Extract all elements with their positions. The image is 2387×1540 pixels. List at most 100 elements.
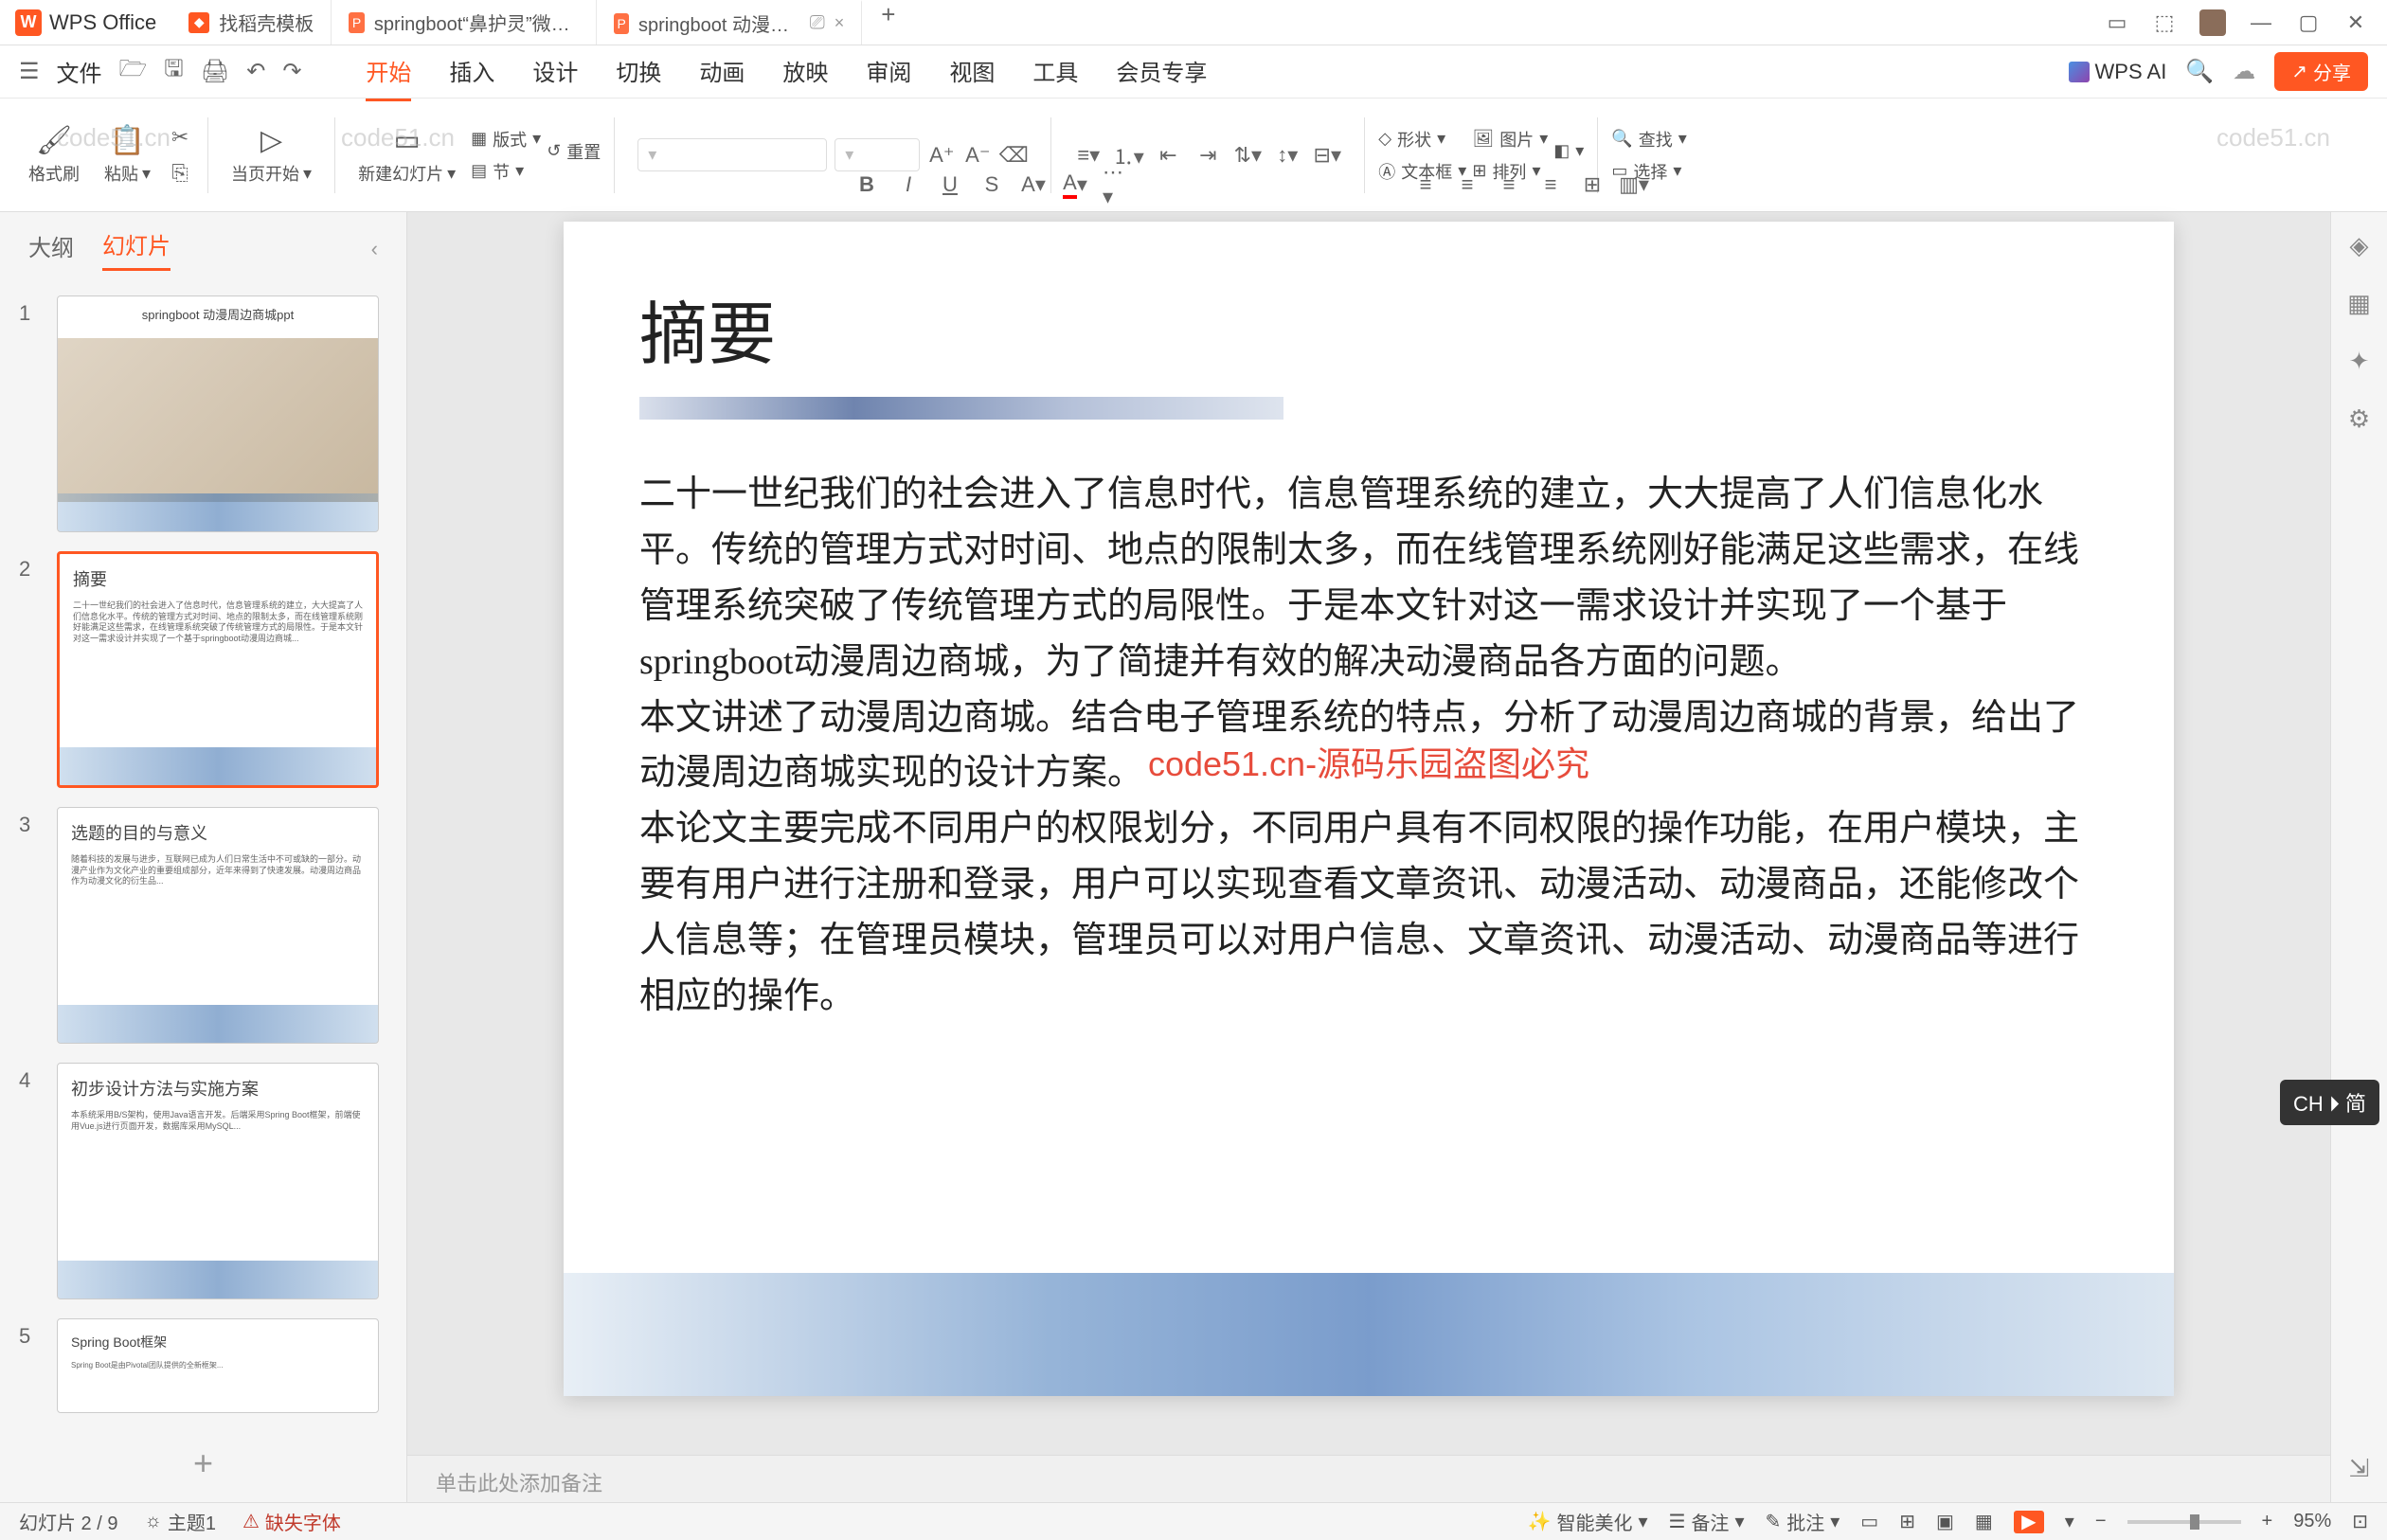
notes-input[interactable]: 单击此处添加备注 <box>407 1455 2330 1502</box>
clear-format-icon[interactable]: ⌫ <box>999 141 1028 170</box>
line-spacing-button[interactable]: ⇅▾ <box>1233 141 1262 170</box>
align-center-button[interactable]: ≡ <box>1453 170 1481 199</box>
save-icon[interactable]: 🖫 <box>164 52 183 91</box>
style-button[interactable]: ◧▾ <box>1553 141 1584 161</box>
slide-canvas[interactable]: 摘要 二十一世纪我们的社会进入了信息时代，信息管理系统的建立，大大提高了人们信息… <box>564 222 2174 1396</box>
tab-slideshow[interactable]: 放映 <box>782 43 828 101</box>
cloud-icon[interactable]: ☁ <box>2233 58 2255 85</box>
new-slide-button[interactable]: ▭ 新建幻灯片 ▾ <box>349 124 465 186</box>
slide-thumb-5[interactable]: Spring Boot框架Spring Boot是由Pivotal团队提供的全新… <box>57 1318 379 1413</box>
font-select[interactable]: ▾ <box>637 138 827 171</box>
find-button[interactable]: 🔍查找 ▾ <box>1611 127 1686 152</box>
close-icon[interactable]: × <box>835 13 845 33</box>
rail-expand-icon[interactable]: ⇲ <box>2349 1454 2370 1483</box>
tab-transition[interactable]: 切换 <box>616 43 661 101</box>
tab-doc-1[interactable]: P springboot“鼻护灵”微信小程序的 <box>332 0 597 45</box>
minimize-button[interactable]: — <box>2249 10 2273 35</box>
zoom-out-button[interactable]: − <box>2095 1511 2107 1532</box>
theme-indicator[interactable]: ☼ 主题1 <box>144 1508 215 1535</box>
align-button[interactable]: ⊟▾ <box>1313 141 1341 170</box>
maximize-button[interactable]: ▢ <box>2296 10 2321 35</box>
indent-right-button[interactable]: ⇥ <box>1194 141 1222 170</box>
rail-template-icon[interactable]: ◈ <box>2350 231 2369 260</box>
tab-tools[interactable]: 工具 <box>1032 43 1078 101</box>
bullets-button[interactable]: ≡▾ <box>1074 141 1103 170</box>
more-font-button[interactable]: ⋯▾ <box>1103 170 1131 199</box>
view-sorter-icon[interactable]: ⊞ <box>1899 1510 1915 1533</box>
fit-screen-button[interactable]: ⊡ <box>2352 1510 2368 1533</box>
view-grid-icon[interactable]: ▦ <box>1975 1510 1993 1533</box>
zoom-in-button[interactable]: + <box>2262 1511 2273 1532</box>
font-size-select[interactable]: ▾ <box>835 138 920 171</box>
bold-button[interactable]: B <box>852 170 881 199</box>
ime-indicator[interactable]: CH ⏵ 简 <box>2280 1080 2379 1125</box>
add-slide-button[interactable]: + <box>193 1443 213 1483</box>
rail-material-icon[interactable]: ▦ <box>2347 289 2371 318</box>
underline-button[interactable]: U <box>936 170 964 199</box>
slides-tab[interactable]: 幻灯片 <box>102 227 170 271</box>
font-color-button[interactable]: A▾ <box>1061 170 1089 199</box>
zoom-slider[interactable] <box>2127 1520 2241 1524</box>
tab-review[interactable]: 审阅 <box>866 43 911 101</box>
layout-button[interactable]: ▦版式 ▾ <box>471 127 541 152</box>
indent-left-button[interactable]: ⇤ <box>1154 141 1182 170</box>
print-icon[interactable]: 🖨 <box>201 58 229 85</box>
open-icon[interactable]: 🗁 <box>119 52 148 91</box>
slide-thumb-2[interactable]: 摘要二十一世纪我们的社会进入了信息时代，信息管理系统的建立，大大提高了人们信息化… <box>57 551 379 788</box>
file-menu[interactable]: 文件 <box>57 55 102 88</box>
tab-start[interactable]: 开始 <box>366 43 411 101</box>
rail-tool-icon[interactable]: ⚙ <box>2348 404 2370 434</box>
share-button[interactable]: ↗ 分享 <box>2274 52 2368 91</box>
strike-button[interactable]: S <box>978 170 1006 199</box>
undo-icon[interactable]: ↶ <box>246 58 265 85</box>
italic-button[interactable]: I <box>894 170 923 199</box>
slideshow-button[interactable]: ▶ <box>2014 1511 2044 1533</box>
view-reading-icon[interactable]: ▣ <box>1936 1510 1954 1533</box>
redo-icon[interactable]: ↷ <box>282 58 301 85</box>
hamburger-icon[interactable]: ☰ <box>19 58 40 85</box>
tab-animation[interactable]: 动画 <box>699 43 745 101</box>
slide-thumb-4[interactable]: 初步设计方法与实施方案本系统采用B/S架构，使用Java语言开发。后端采用Spr… <box>57 1063 379 1299</box>
beautify-button[interactable]: ✨ 智能美化 ▾ <box>1528 1508 1648 1535</box>
add-tab-button[interactable]: + <box>862 0 914 45</box>
tab-template[interactable]: ◆ 找稻壳模板 <box>171 0 332 45</box>
distribute-button[interactable]: ⊞ <box>1578 170 1606 199</box>
comments-toggle[interactable]: ✎ 批注 ▾ <box>1765 1508 1840 1535</box>
rail-animation-icon[interactable]: ✦ <box>2349 347 2370 376</box>
from-current-button[interactable]: ▷ 当页开始 ▾ <box>222 124 321 186</box>
search-icon[interactable]: 🔍 <box>2185 58 2214 85</box>
section-button[interactable]: ▤节 ▾ <box>471 159 541 184</box>
cube-icon[interactable]: ⬚ <box>2152 10 2177 35</box>
paste-button[interactable]: 📋 粘贴 ▾ <box>95 124 160 186</box>
slide-thumb-1[interactable]: springboot 动漫周边商城ppt <box>57 295 379 532</box>
image-button[interactable]: 🖼图片 ▾ <box>1472 127 1548 152</box>
avatar-icon[interactable] <box>2199 9 2226 36</box>
tab-design[interactable]: 设计 <box>532 43 578 101</box>
view-normal-icon[interactable]: ▭ <box>1860 1510 1878 1533</box>
window-multi-icon[interactable]: ▭ <box>2105 10 2129 35</box>
zoom-level[interactable]: 95% <box>2293 1511 2331 1532</box>
decrease-font-icon[interactable]: A⁻ <box>963 141 992 170</box>
columns-button[interactable]: ▥▾ <box>1620 170 1648 199</box>
tab-view[interactable]: 视图 <box>949 43 995 101</box>
shape-button[interactable]: ◇形状 ▾ <box>1378 127 1466 152</box>
tab-doc-active[interactable]: P springboot 动漫周边商城的 ⎚ × <box>597 0 862 45</box>
missing-font-warning[interactable]: ⚠ 缺失字体 <box>242 1508 341 1535</box>
slideshow-dropdown[interactable]: ▾ <box>2065 1510 2074 1533</box>
align-right-button[interactable]: ≡ <box>1495 170 1523 199</box>
reset-button[interactable]: ↺重置 <box>547 139 601 164</box>
tab-insert[interactable]: 插入 <box>449 43 494 101</box>
cut-icon[interactable]: ✂ <box>166 123 194 152</box>
format-brush-button[interactable]: 🖌 格式刷 <box>19 124 89 186</box>
close-button[interactable]: ✕ <box>2343 10 2368 35</box>
increase-font-icon[interactable]: A⁺ <box>927 141 956 170</box>
align-justify-button[interactable]: ≡ <box>1536 170 1565 199</box>
wps-ai-button[interactable]: WPS AI <box>2069 60 2167 84</box>
highlight-button[interactable]: A▾ <box>1019 170 1048 199</box>
collapse-sidebar-icon[interactable]: ‹ <box>371 237 378 261</box>
copy-icon[interactable]: ⎘ <box>166 159 194 188</box>
text-direction-button[interactable]: ↕▾ <box>1273 141 1301 170</box>
align-left-button[interactable]: ≡ <box>1411 170 1440 199</box>
slide-thumb-3[interactable]: 选题的目的与意义随着科技的发展与进步，互联网已成为人们日常生活中不可或缺的一部分… <box>57 807 379 1044</box>
tab-member[interactable]: 会员专享 <box>1116 43 1207 101</box>
